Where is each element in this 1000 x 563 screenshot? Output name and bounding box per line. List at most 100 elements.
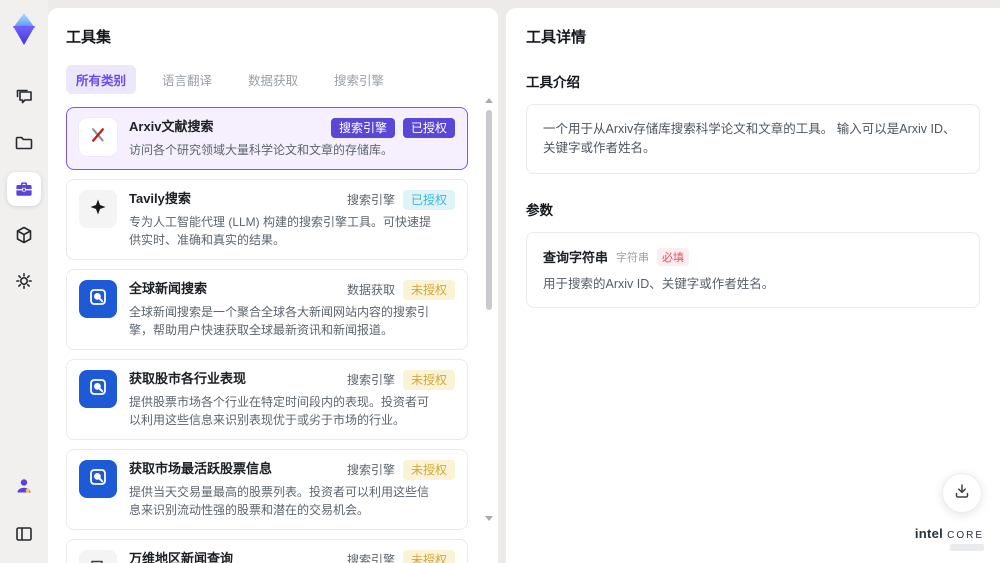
param-description: 用于搜索的Arxiv ID、关键字或作者姓名。 [543,277,775,291]
tool-tags: 搜索引擎 已授权 [330,118,455,138]
sidebar-item-chat[interactable] [7,80,41,114]
sidebar-item-files[interactable] [7,126,41,160]
tool-card[interactable]: 获取股市各行业表现 搜索引擎 未授权 提供股票市场各个行业在特定时间段内的表现。… [66,359,468,440]
sidebar-nav [7,80,41,298]
news-search-logo-icon [88,467,108,492]
download-button[interactable] [942,473,982,513]
params-box: 查询字符串 字符串 必填 用于搜索的Arxiv ID、关键字或作者姓名。 [526,232,980,308]
news-search-logo-icon [88,287,108,312]
app-sidebar [0,0,48,563]
user-avatar-icon [14,476,34,496]
tool-tags: 数据获取 未授权 [347,280,455,300]
sidebar-item-tools[interactable] [7,172,41,206]
panel-toggle-icon [14,524,34,544]
category-tag: 搜索引擎 [346,193,395,207]
tool-name: Arxiv文献搜索 [129,119,214,134]
tool-icon [79,550,117,563]
scrollbar-thumb[interactable] [486,110,492,310]
tool-name: Tavily搜索 [129,191,191,206]
detail-title: 工具详情 [526,29,587,46]
tool-name: 全球新闻搜索 [129,281,208,296]
params-heading: 参数 [526,203,553,218]
tool-tags: 搜索引擎 未授权 [347,550,455,563]
tool-name: 万维地区新闻查询 [129,551,234,563]
chat-icon [14,87,34,107]
scrollbar-down-arrow[interactable] [485,516,493,521]
auth-status-badge: 未授权 [402,280,455,300]
sidebar-bottom [7,469,41,551]
param-type: 字符串 [616,251,650,264]
sidebar-item-collapse[interactable] [7,517,41,551]
tool-card[interactable]: 获取市场最活跃股票信息 搜索引擎 未授权 提供当天交易量最高的股票列表。投资者可… [66,449,468,530]
page-title: 工具集 [66,29,112,46]
tool-card[interactable]: Arxiv文献搜索 搜索引擎 已授权 访问各个研究领域大量科学论文和文章的存储库… [66,107,468,170]
auth-status-badge: 已授权 [402,118,455,138]
tool-description: 提供股票市场各个行业在特定时间段内的表现。投资者可以利用这些信息来识别表现优于或… [129,395,430,427]
intel-core-badge: intel core [915,526,984,551]
category-tag: 搜索引擎 [330,118,395,138]
scrollbar-up-arrow[interactable] [485,98,493,103]
param-item: 查询字符串 字符串 必填 用于搜索的Arxiv ID、关键字或作者姓名。 [543,247,963,293]
tool-main: Arxiv文献搜索 搜索引擎 已授权 访问各个研究领域大量科学论文和文章的存储库… [129,118,455,159]
arxiv-logo-icon [88,125,108,150]
sidebar-item-packages[interactable] [7,218,41,252]
category-tag: 搜索引擎 [346,463,395,477]
category-tab[interactable]: 数据获取 [238,65,308,94]
brand-intel-text: intel [914,526,944,541]
category-tab[interactable]: 语言翻译 [152,65,222,94]
tool-main: Tavily搜索 搜索引擎 已授权 专为人工智能代理 (LLM) 构建的搜索引擎… [129,190,455,249]
sidebar-item-account[interactable] [7,469,41,503]
tool-icon [79,118,117,156]
category-tab[interactable]: 搜索引擎 [324,65,394,94]
auth-status-badge: 已授权 [402,190,455,210]
param-required-badge: 必填 [657,247,690,266]
tool-tags: 搜索引擎 已授权 [347,190,455,210]
download-icon [953,482,971,505]
tool-list: Arxiv文献搜索 搜索引擎 已授权 访问各个研究领域大量科学论文和文章的存储库… [66,107,482,563]
tool-card[interactable]: Tavily搜索 搜索引擎 已授权 专为人工智能代理 (LLM) 构建的搜索引擎… [66,179,468,260]
gear-icon [14,271,34,291]
tool-icon [79,370,117,408]
auth-status-badge: 未授权 [402,370,455,390]
newspaper-icon [88,557,108,563]
tools-panel: 工具集 所有类别 语言翻译 数据获取 搜索引擎 Arxiv文献搜索 搜索引擎 已… [48,8,498,563]
category-tag: 搜索引擎 [346,553,395,563]
tavily-logo-icon [89,198,107,221]
sidebar-item-settings[interactable] [7,264,41,298]
tool-icon [79,280,117,318]
tool-description: 专为人工智能代理 (LLM) 构建的搜索引擎工具。可快速提供实时、准确和真实的结… [129,215,432,247]
auth-status-badge: 未授权 [402,550,455,563]
category-tabs: 所有类别 语言翻译 数据获取 搜索引擎 [66,65,482,94]
category-tag: 数据获取 [346,283,395,297]
tool-description: 全球新闻搜索是一个聚合全球各大新闻网站内容的搜索引擎，帮助用户快速获取全球最新资… [129,305,430,337]
tool-card[interactable]: 万维地区新闻查询 搜索引擎 未授权 查询具体行政区划内的新闻，快速了解各地新闻动 [66,539,468,563]
toolbox-icon [14,179,34,199]
tool-tags: 搜索引擎 未授权 [347,370,455,390]
tool-description: 访问各个研究领域大量科学论文和文章的存储库。 [129,143,394,157]
brand-core-text: core [947,530,984,541]
tool-main: 获取市场最活跃股票信息 搜索引擎 未授权 提供当天交易量最高的股票列表。投资者可… [129,460,455,519]
tool-icon [79,460,117,498]
tool-name: 获取市场最活跃股票信息 [129,461,273,476]
folder-icon [14,133,34,153]
tool-main: 万维地区新闻查询 搜索引擎 未授权 查询具体行政区划内的新闻，快速了解各地新闻动 [129,550,455,563]
app-root: 工具集 所有类别 语言翻译 数据获取 搜索引擎 Arxiv文献搜索 搜索引擎 已… [0,0,1000,563]
category-tab[interactable]: 所有类别 [66,65,137,94]
package-icon [14,225,34,245]
brand-subline [950,544,984,551]
tool-name: 获取股市各行业表现 [129,371,247,386]
tool-card[interactable]: 全球新闻搜索 数据获取 未授权 全球新闻搜索是一个聚合全球各大新闻网站内容的搜索… [66,269,468,350]
tool-tags: 搜索引擎 未授权 [347,460,455,480]
tool-main: 获取股市各行业表现 搜索引擎 未授权 提供股票市场各个行业在特定时间段内的表现。… [129,370,455,429]
tool-intro-text: 一个用于从Arxiv存储库搜索科学论文和文章的工具。 输入可以是Arxiv ID… [526,104,980,174]
tool-icon [79,190,117,228]
news-search-logo-icon [88,377,108,402]
app-logo gem-icon [9,12,39,46]
main-content: 工具集 所有类别 语言翻译 数据获取 搜索引擎 Arxiv文献搜索 搜索引擎 已… [48,0,1000,563]
list-scrollbar[interactable] [485,96,493,559]
auth-status-badge: 未授权 [402,460,455,480]
intro-heading: 工具介绍 [526,75,580,90]
param-name: 查询字符串 [543,250,609,265]
tool-description: 提供当天交易量最高的股票列表。投资者可以利用这些信息来识别流动性强的股票和潜在的… [129,485,430,517]
category-tag: 搜索引擎 [346,373,395,387]
